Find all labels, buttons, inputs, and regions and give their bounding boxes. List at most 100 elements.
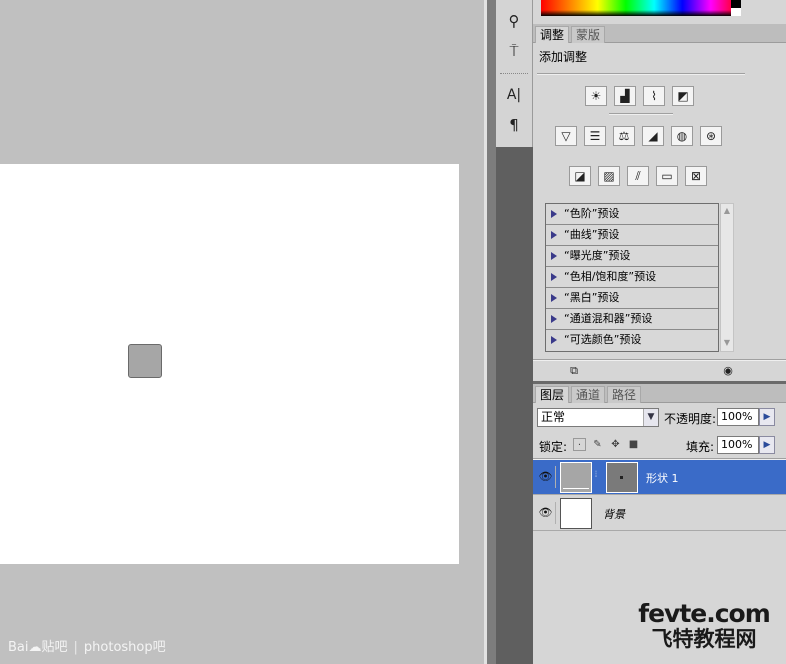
expanded-view-icon[interactable]: ⧉ xyxy=(565,364,583,378)
preset-label: “黑白”预设 xyxy=(564,291,620,304)
posterize-icon[interactable]: ▨ xyxy=(598,166,620,186)
expand-triangle-icon[interactable] xyxy=(551,294,557,302)
fill-thumb-baseline xyxy=(563,488,589,489)
expand-triangle-icon[interactable] xyxy=(551,252,557,260)
fevte-name-text: 飞特教程网 xyxy=(651,627,757,651)
link-chain-icon[interactable]: ⦙ xyxy=(595,470,601,484)
black-white-icon[interactable]: ◢ xyxy=(642,126,664,146)
tab-adjustments[interactable]: 调整 xyxy=(535,26,570,43)
opacity-slider-arrow-icon[interactable]: ▶ xyxy=(759,408,775,426)
expand-triangle-icon[interactable] xyxy=(551,336,557,344)
dock-separator xyxy=(500,73,528,74)
layer-row-shape-1[interactable]: 👁 ⦙ 形状 1 xyxy=(533,460,786,495)
exposure-icon[interactable]: ◩ xyxy=(672,86,694,106)
vibrance-icon[interactable]: ▽ xyxy=(555,126,577,146)
presets-scrollbar[interactable]: ▲ ▼ xyxy=(720,203,734,352)
panel-dock-icons: ⚲ ⍑ A| ¶ xyxy=(496,0,533,664)
watermark-forum-text: photoshop吧 xyxy=(83,640,166,655)
hue-saturation-icon[interactable]: ☰ xyxy=(584,126,606,146)
brightness-contrast-icon[interactable]: ☀ xyxy=(585,86,607,106)
layer-row-background[interactable]: 👁 背景 xyxy=(533,496,786,531)
threshold-icon[interactable]: ⫽ xyxy=(627,166,649,186)
preset-item[interactable]: “曲线”预设 xyxy=(546,225,718,246)
lock-transparent-pixels-icon[interactable]: · xyxy=(573,438,586,451)
watermark-site-text: 贴吧 xyxy=(41,640,68,655)
right-panels: 调整 蒙版 添加调整 ☀ ▟ ⌇ ◩ ▽ ☰ ⚖ ◢ ◍ ⊛ ◪ ▨ ⫽ ▭ ⊠… xyxy=(533,0,786,664)
rounded-rectangle-shape[interactable] xyxy=(128,344,162,378)
expand-triangle-icon[interactable] xyxy=(551,273,557,281)
fill-slider-arrow-icon[interactable]: ▶ xyxy=(759,436,775,454)
adjustments-title: 添加调整 xyxy=(539,50,588,64)
lock-all-icon[interactable]: ■ xyxy=(627,438,640,451)
fill-input[interactable]: 100% xyxy=(717,436,759,454)
adjustments-tab-strip: 调整 蒙版 xyxy=(533,24,786,43)
preset-item[interactable]: “通道混和器”预设 xyxy=(546,309,718,330)
tab-layers[interactable]: 图层 xyxy=(535,386,570,403)
preset-item[interactable]: “色相/饱和度”预设 xyxy=(546,267,718,288)
black-swatch[interactable] xyxy=(731,0,741,8)
paragraph-panel-icon[interactable]: ¶ xyxy=(502,114,526,136)
scroll-down-arrow-icon[interactable]: ▼ xyxy=(722,338,732,348)
mask-shape-dot xyxy=(620,476,623,479)
levels-icon[interactable]: ▟ xyxy=(614,86,636,106)
opacity-input[interactable]: 100% xyxy=(717,408,759,426)
layer-thumbnail[interactable] xyxy=(560,498,592,529)
blend-mode-select[interactable]: 正常 ▼ xyxy=(537,408,659,427)
chevron-down-icon[interactable]: ▼ xyxy=(643,409,658,426)
expand-triangle-icon[interactable] xyxy=(551,210,557,218)
preset-label: “可选颜色”预设 xyxy=(564,333,642,346)
canvas-area[interactable]: Bai☁贴吧 | photoshop吧 xyxy=(0,0,484,664)
vector-mask-thumbnail[interactable] xyxy=(606,462,638,493)
invert-icon[interactable]: ◪ xyxy=(569,166,591,186)
clip-to-layer-icon[interactable]: ◉ xyxy=(719,364,737,378)
lock-label: 锁定: xyxy=(539,440,568,454)
tab-channels[interactable]: 通道 xyxy=(571,386,606,403)
color-balance-icon[interactable]: ⚖ xyxy=(613,126,635,146)
channel-mixer-icon[interactable]: ⊛ xyxy=(700,126,722,146)
preset-label: “色阶”预设 xyxy=(564,207,620,220)
divider xyxy=(533,359,786,361)
white-swatch[interactable] xyxy=(731,8,741,16)
dock-icon-strip: ⚲ ⍑ A| ¶ xyxy=(496,0,533,147)
fevte-domain-text: fevte.com xyxy=(638,599,771,628)
preset-label: “色相/饱和度”预设 xyxy=(564,270,657,283)
watermark-brand-text: Bai xyxy=(8,640,29,655)
preset-item[interactable]: “曝光度”预设 xyxy=(546,246,718,267)
divider xyxy=(609,113,673,115)
preset-label: “曲线”预设 xyxy=(564,228,620,241)
gradient-map-icon[interactable]: ▭ xyxy=(656,166,678,186)
preset-label: “曝光度”预设 xyxy=(564,249,631,262)
expand-triangle-icon[interactable] xyxy=(551,315,557,323)
preset-item[interactable]: “黑白”预设 xyxy=(546,288,718,309)
preset-item[interactable]: “可选颜色”预设 xyxy=(546,330,718,351)
layer-fill-thumbnail[interactable] xyxy=(560,462,592,493)
layer-name[interactable]: 背景 xyxy=(603,506,625,522)
document-canvas[interactable] xyxy=(0,164,459,564)
color-ramp[interactable] xyxy=(541,0,739,16)
photo-filter-icon[interactable]: ◍ xyxy=(671,126,693,146)
preset-item[interactable]: “色阶”预设 xyxy=(546,204,718,225)
scroll-up-arrow-icon[interactable]: ▲ xyxy=(722,206,732,216)
lock-image-pixels-icon[interactable]: ✎ xyxy=(591,438,604,451)
divider xyxy=(537,73,745,75)
curves-icon[interactable]: ⌇ xyxy=(643,86,665,106)
preset-label: “通道混和器”预设 xyxy=(564,312,653,325)
lock-position-icon[interactable]: ✥ xyxy=(609,438,622,451)
character-panel-icon[interactable]: A| xyxy=(502,84,526,106)
opacity-label: 不透明度: xyxy=(664,412,717,426)
layers-tab-strip: 图层 通道 路径 xyxy=(533,384,786,403)
layer-name[interactable]: 形状 1 xyxy=(646,470,679,486)
visibility-eye-icon[interactable]: 👁 xyxy=(536,502,556,524)
workspace-divider-highlight xyxy=(484,0,487,664)
baidu-tieba-watermark: Bai☁贴吧 | photoshop吧 xyxy=(8,636,166,655)
tab-masks[interactable]: 蒙版 xyxy=(571,26,606,43)
selective-color-icon[interactable]: ⊠ xyxy=(685,166,707,186)
clone-source-icon[interactable]: ⚲ xyxy=(502,10,526,32)
baidu-paw-icon: ☁ xyxy=(28,640,42,655)
color-ramp-swatches[interactable] xyxy=(731,0,741,16)
adjustment-presets-list: “色阶”预设 “曲线”预设 “曝光度”预设 “色相/饱和度”预设 “黑白”预设 … xyxy=(545,203,719,352)
expand-triangle-icon[interactable] xyxy=(551,231,557,239)
tab-paths[interactable]: 路径 xyxy=(607,386,642,403)
visibility-eye-icon[interactable]: 👁 xyxy=(536,466,556,488)
tool-presets-icon[interactable]: ⍑ xyxy=(502,40,526,62)
